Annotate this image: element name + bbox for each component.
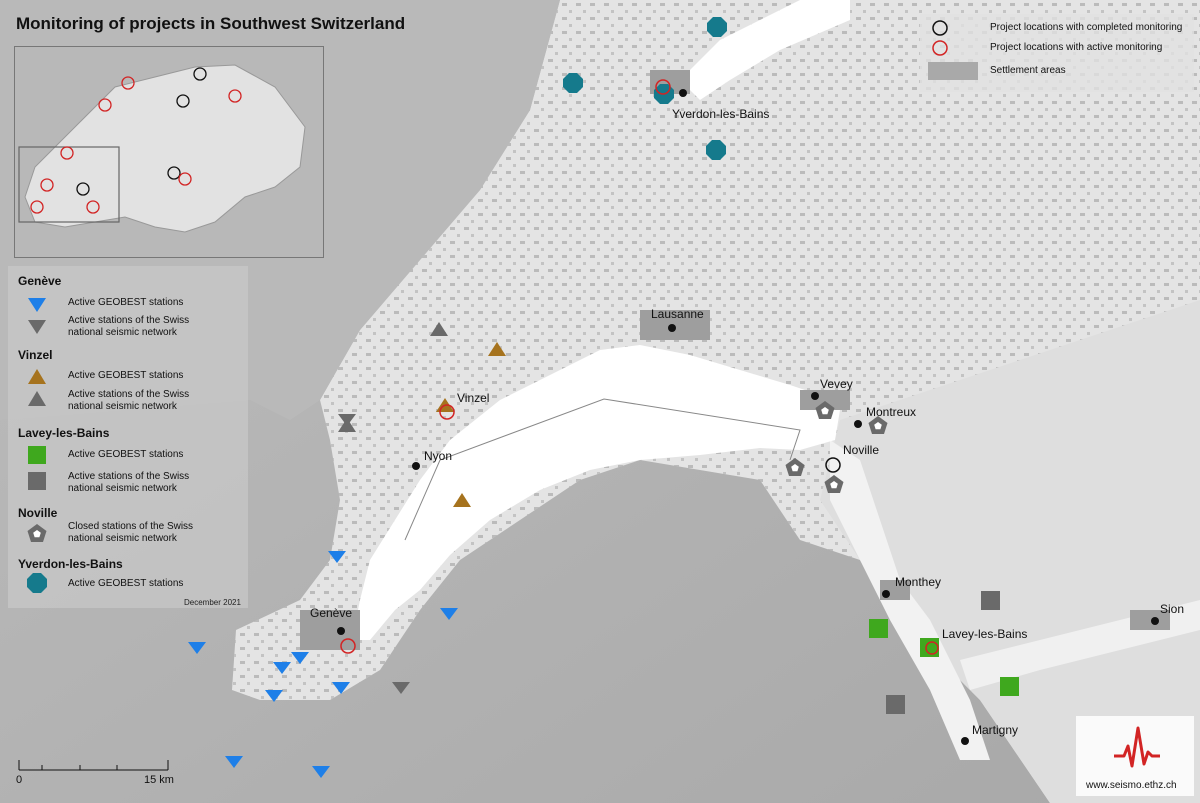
inset-svg [15,47,323,257]
legend-geneve-swiss: Active stations of the Swiss national se… [68,315,238,339]
city-label-vevey: Vevey [820,377,853,391]
legend-noville-closed: Closed stations of the Swiss national se… [68,521,238,545]
geobest-station[interactable] [1000,677,1019,696]
triangle-up-icon [28,391,46,406]
city-label-geneve: Genève [310,606,352,620]
main-legend: Genève Active GEOBEST stations Active st… [8,266,248,608]
city-dot [668,324,676,332]
city-label-noville: Noville [843,443,879,457]
legend-vinzel-geobest: Active GEOBEST stations [68,370,184,381]
legend-yverdon-geobest: Active GEOBEST stations [68,578,184,589]
project-legend: Project locations with completed monitor… [920,14,1194,92]
legend-geneve-swiss-2: national seismic network [68,327,177,338]
city-label-vinzel: Vinzel [457,391,489,405]
triangle-down-icon [28,320,46,334]
city-dot [337,627,345,635]
city-dot [679,89,687,97]
octagon-icon [27,573,47,593]
legend-geneve-swiss-1: Active stations of the Swiss [68,315,190,326]
city-label-nyon: Nyon [424,449,452,463]
city-label-yverdon: Yverdon-les-Bains [672,107,769,121]
scale-end: 15 km [144,774,174,786]
map-date: December 2021 [184,598,241,607]
scale-zero: 0 [16,774,23,786]
city-label-montreux: Montreux [866,405,916,419]
inset-map [14,46,324,258]
scale-bar-graphic [18,760,169,771]
city-label-sion: Sion [1160,602,1184,616]
legend-vinzel-swiss-2: national seismic network [68,401,177,412]
legend-noville-closed-1: Closed stations of the Swiss [68,521,194,532]
legend-vinzel-swiss: Active stations of the Swiss national se… [68,389,238,413]
legend-vinzel-swiss-1: Active stations of the Swiss [68,389,190,400]
legend-settlement: Settlement areas [990,65,1066,76]
website-link[interactable]: www.seismo.ethz.ch [1086,780,1177,791]
legend-title-vinzel: Vinzel [18,348,53,362]
completed-ring-icon [932,20,948,36]
legend-title-noville: Noville [18,506,58,520]
swiss-network-station[interactable] [886,695,905,714]
active-ring-icon [932,40,948,56]
legend-lavey-swiss-1: Active stations of the Swiss [68,471,190,482]
geobest-station[interactable] [869,619,888,638]
seismo-logo[interactable]: www.seismo.ethz.ch [1076,716,1194,796]
city-label-monthey: Monthey [895,575,941,589]
map-title: Monitoring of projects in Southwest Swit… [16,14,406,33]
city-label-lausanne: Lausanne [651,307,704,321]
square-icon [28,446,46,464]
legend-lavey-swiss: Active stations of the Swiss national se… [68,471,238,495]
city-dot [854,420,862,428]
legend-noville-closed-2: national seismic network [68,533,177,544]
triangle-down-icon [28,298,46,312]
legend-title-yverdon: Yverdon-les-Bains [18,557,123,571]
city-label-martigny: Martigny [972,723,1018,737]
scale-bar: 0 15 km [16,758,176,788]
triangle-up-icon [28,369,46,384]
city-dot [412,462,420,470]
pentagon-icon [27,524,47,542]
legend-geneve-geobest: Active GEOBEST stations [68,297,184,308]
legend-title-lavey: Lavey-les-Bains [18,426,110,440]
legend-completed: Project locations with completed monitor… [990,22,1183,33]
city-dot [1151,617,1159,625]
swiss-network-station[interactable] [981,591,1000,610]
city-dot [811,392,819,400]
geobest-station[interactable] [706,140,726,160]
legend-title-geneve: Genève [18,274,62,288]
geobest-station[interactable] [707,17,727,37]
settlement-swatch-icon [928,62,978,80]
legend-lavey-geobest: Active GEOBEST stations [68,449,184,460]
seismogram-logo-icon [1114,726,1160,768]
geobest-station[interactable] [563,73,583,93]
square-icon [28,472,46,490]
city-label-lavey: Lavey-les-Bains [942,627,1027,641]
legend-active: Project locations with active monitoring [990,42,1163,53]
city-dot [882,590,890,598]
legend-lavey-swiss-2: national seismic network [68,483,177,494]
city-dot [961,737,969,745]
